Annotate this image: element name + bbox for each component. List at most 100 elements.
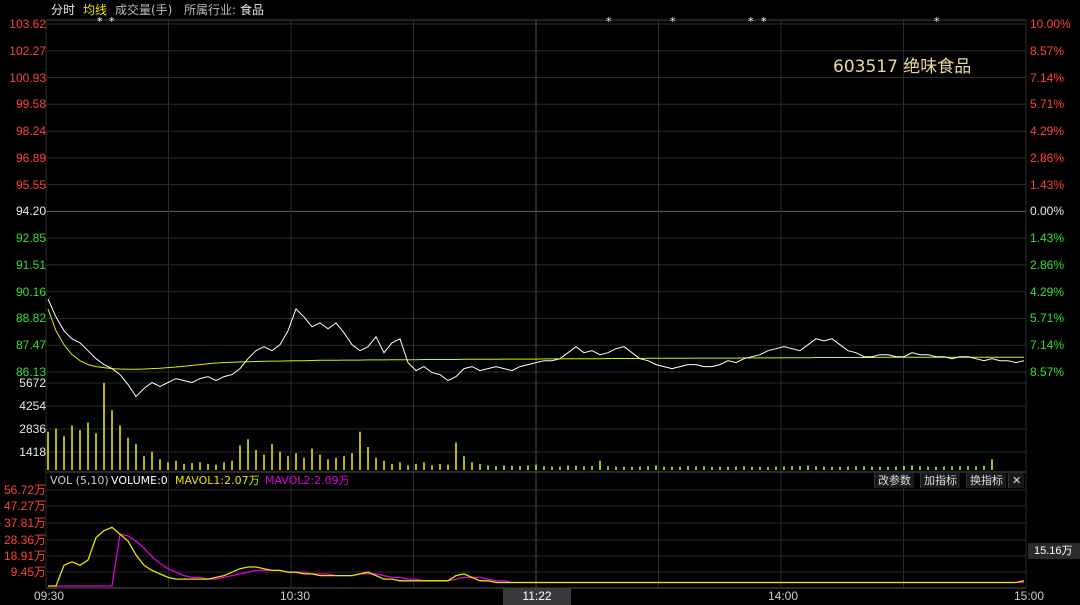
volume-bar xyxy=(879,466,881,470)
volume-bar xyxy=(159,459,161,470)
event-marker-icon[interactable]: * xyxy=(761,16,767,28)
volume-bar xyxy=(903,466,905,470)
switch-indicator-button[interactable]: 换指标 xyxy=(966,473,1006,488)
volume-bar xyxy=(447,464,449,470)
volume-bar xyxy=(951,466,953,470)
volume-bar xyxy=(199,462,201,470)
vol-indicator-name[interactable]: VOL (5,10) xyxy=(50,474,109,487)
percent-tick-label: 10.00% xyxy=(1030,17,1071,31)
event-marker-icon[interactable]: * xyxy=(670,16,676,28)
volume-bar xyxy=(567,465,569,470)
event-marker-icon[interactable]: * xyxy=(606,16,612,28)
price-chart[interactable] xyxy=(0,0,1080,605)
volume-bar xyxy=(279,451,281,470)
event-marker-icon[interactable]: * xyxy=(109,16,115,28)
change-params-button[interactable]: 改参数 xyxy=(874,473,914,488)
mavol-tick-label: 56.72万 xyxy=(3,483,46,497)
volume-bar xyxy=(959,466,961,470)
volume-bar xyxy=(103,383,105,470)
volume-bar xyxy=(911,465,913,470)
volume-bar xyxy=(311,448,313,470)
volume-bar xyxy=(303,457,305,470)
mavol-tick-label: 18.91万 xyxy=(3,549,46,563)
price-tick-label: 87.47 xyxy=(15,338,46,353)
volume-bar xyxy=(983,465,985,470)
volume-bar xyxy=(215,464,217,470)
volume-bar xyxy=(327,459,329,470)
volume-bar xyxy=(695,466,697,470)
event-marker-icon[interactable]: * xyxy=(97,16,103,28)
mavol-right-value: 15.16万 xyxy=(1028,543,1080,559)
volume-bar xyxy=(375,457,377,470)
volume-bar xyxy=(703,466,705,470)
percent-tick-label: 8.57% xyxy=(1030,43,1065,58)
volume-bar xyxy=(687,466,689,470)
volume-bar xyxy=(943,466,945,470)
volume-bar xyxy=(647,466,649,470)
volume-bar xyxy=(831,466,833,470)
volume-bar xyxy=(95,433,97,470)
price-tick-label: 90.16 xyxy=(15,284,46,299)
volume-bar xyxy=(663,466,665,470)
volume-bar xyxy=(711,466,713,470)
time-cursor-label: 11:22 xyxy=(503,588,571,605)
volume-bar xyxy=(231,460,233,470)
volume-tick-label: 1418 xyxy=(19,445,46,459)
add-indicator-button[interactable]: 加指标 xyxy=(920,473,960,488)
stock-code-name: 603517 绝味食品 xyxy=(833,57,972,77)
percent-tick-label: 7.14% xyxy=(1030,70,1065,85)
percent-tick-label: 0.00% xyxy=(1030,204,1065,219)
volume-bar xyxy=(383,460,385,470)
volume-bar xyxy=(471,462,473,470)
percent-tick-label: 4.29% xyxy=(1030,124,1065,139)
volume-bar xyxy=(927,466,929,470)
volume-bar xyxy=(503,465,505,470)
volume-bar xyxy=(151,451,153,470)
volume-bar xyxy=(775,466,777,470)
time-label-1500: 15:00 xyxy=(1014,589,1045,603)
volume-bars xyxy=(47,383,993,470)
close-icon[interactable]: ✕ xyxy=(1008,473,1025,488)
volume-bar xyxy=(551,466,553,470)
event-marker-icon[interactable]: * xyxy=(748,16,754,28)
volume-bar xyxy=(167,462,169,470)
volume-bar xyxy=(727,466,729,470)
event-marker-icon[interactable]: * xyxy=(934,16,940,28)
volume-bar xyxy=(271,443,273,470)
volume-bar xyxy=(871,466,873,470)
mavol-tick-label: 28.36万 xyxy=(3,533,46,547)
price-tick-label: 96.89 xyxy=(15,150,46,165)
volume-bar xyxy=(591,466,593,470)
percent-tick-label: 8.57% xyxy=(1030,365,1065,379)
volume-bar xyxy=(823,466,825,470)
price-tick-label: 99.58 xyxy=(15,97,46,112)
time-label-1400: 14:00 xyxy=(768,589,799,603)
price-tick-label: 103.62 xyxy=(9,17,46,31)
volume-bar xyxy=(407,465,409,470)
percent-tick-label: 2.86% xyxy=(1030,257,1065,272)
percent-tick-label: 1.43% xyxy=(1030,231,1065,246)
volume-bar xyxy=(119,425,121,470)
volume-bar xyxy=(79,430,81,470)
volume-bar xyxy=(863,466,865,470)
volume-bar xyxy=(895,466,897,470)
volume-bar xyxy=(487,465,489,470)
volume-bar xyxy=(239,445,241,470)
mavol-tick-label: 47.27万 xyxy=(3,499,46,513)
volume-bar xyxy=(143,456,145,470)
volume-tick-label: 4254 xyxy=(19,399,46,413)
percent-tick-label: 1.43% xyxy=(1030,177,1065,192)
volume-bar xyxy=(55,428,57,470)
volume-tick-label: 2836 xyxy=(19,422,46,436)
volume-bar xyxy=(127,437,129,470)
volume-bar xyxy=(767,467,769,470)
volume-bar xyxy=(295,453,297,470)
volume-bar xyxy=(623,466,625,470)
volume-bar xyxy=(599,460,601,470)
mavol-tick-label: 9.45万 xyxy=(10,565,46,579)
chart-grid xyxy=(45,19,1027,589)
volume-bar xyxy=(47,431,49,470)
volume-bar xyxy=(431,465,433,470)
volume-bar xyxy=(679,466,681,470)
volume-bar xyxy=(655,465,657,470)
